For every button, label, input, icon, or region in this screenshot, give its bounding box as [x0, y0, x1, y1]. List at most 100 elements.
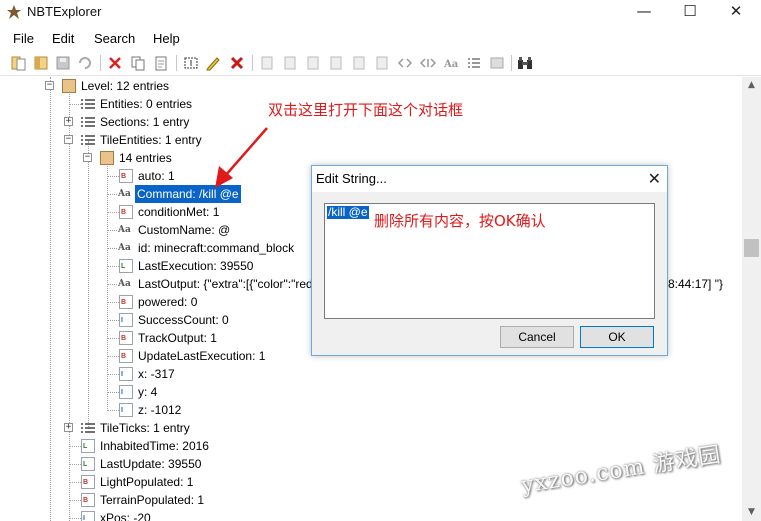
menu-bar: File Edit Search Help — [0, 28, 761, 50]
dialog-title-bar: Edit String... ✕ — [312, 166, 667, 192]
tree-branch-line — [107, 356, 119, 357]
string-tag-icon: Aa — [118, 279, 131, 289]
tree-branch-line — [107, 338, 119, 339]
rename-icon[interactable] — [182, 54, 200, 72]
int-tag-icon: I — [119, 385, 133, 399]
tree-node-label: TerrainPopulated: 1 — [100, 493, 205, 507]
add-byte-array-icon[interactable] — [396, 54, 414, 72]
ok-button[interactable]: OK — [580, 326, 654, 348]
tree-branch-line — [107, 392, 119, 393]
add-int-array-icon[interactable] — [419, 54, 437, 72]
refresh-icon[interactable] — [76, 54, 94, 72]
tree-row-level[interactable]: − Level: 12 entries — [0, 77, 742, 95]
tree-row-z[interactable]: I z: -1012 — [0, 401, 742, 419]
tree-branch-line — [107, 410, 119, 411]
tree-branch-line — [69, 518, 81, 519]
int-tag-icon: I — [119, 367, 133, 381]
add-list-icon[interactable] — [465, 54, 483, 72]
tree-node-label: LightPopulated: 1 — [100, 475, 194, 489]
tree-node-label: conditionMet: 1 — [138, 205, 220, 219]
tree-row-x[interactable]: I x: -317 — [0, 365, 742, 383]
tree-branch-line — [69, 446, 81, 447]
tree-node-label: InhabitedTime: 2016 — [100, 439, 209, 453]
string-tag-icon: Aa — [118, 189, 131, 199]
add-compound-icon[interactable] — [488, 54, 506, 72]
cancel-button[interactable]: Cancel — [500, 326, 574, 348]
save-icon[interactable] — [54, 54, 72, 72]
menu-search[interactable]: Search — [94, 31, 135, 46]
add-float-icon[interactable] — [350, 54, 368, 72]
tree-row-xpos[interactable]: I xPos: -20 — [0, 509, 742, 521]
add-short-icon[interactable] — [281, 54, 299, 72]
cut-icon[interactable] — [106, 54, 124, 72]
tree-node-label: UpdateLastExecution: 1 — [138, 349, 266, 363]
tree-node-label: 14 entries — [119, 151, 172, 165]
add-string-icon[interactable]: Aa — [442, 54, 460, 72]
delete-icon[interactable] — [228, 54, 246, 72]
byte-tag-icon: B — [119, 349, 133, 363]
window-title: NBTExplorer — [27, 4, 102, 19]
tree-node-label: id: minecraft:command_block — [138, 241, 295, 255]
compound-tag-icon — [100, 151, 114, 165]
expand-toggle[interactable]: + — [64, 117, 73, 126]
title-bar: NBTExplorer — ☐ ✕ — [0, 0, 761, 26]
add-long-icon[interactable] — [327, 54, 345, 72]
tree-branch-line — [107, 230, 117, 231]
tree-node-label: x: -317 — [138, 367, 175, 381]
edit-icon[interactable] — [204, 54, 222, 72]
list-tag-icon — [81, 423, 95, 433]
add-byte-icon[interactable] — [258, 54, 276, 72]
edit-string-dialog: Edit String... ✕ /kill @e Cancel OK — [311, 165, 668, 356]
find-icon[interactable] — [516, 54, 534, 72]
tree-node-label: LastUpdate: 39550 — [100, 457, 202, 471]
scrollbar-thumb[interactable] — [744, 239, 759, 257]
list-tag-icon — [81, 99, 95, 109]
tree-node-label: SuccessCount: 0 — [138, 313, 229, 327]
add-int-icon[interactable] — [304, 54, 322, 72]
copy-icon[interactable] — [129, 54, 147, 72]
string-tag-icon: Aa — [118, 225, 131, 235]
tree-row-tileticks[interactable]: + TileTicks: 1 entry — [0, 419, 742, 437]
add-double-icon[interactable] — [373, 54, 391, 72]
tree-branch-line — [107, 266, 119, 267]
paste-icon[interactable] — [152, 54, 170, 72]
collapse-toggle[interactable]: − — [83, 153, 92, 162]
list-tag-icon — [81, 135, 95, 145]
dialog-close-button[interactable]: ✕ — [648, 169, 661, 188]
scroll-down-arrow-icon[interactable]: ▼ — [742, 504, 761, 521]
toolbar-separator — [100, 55, 101, 71]
menu-help[interactable]: Help — [153, 31, 180, 46]
tree-row-terrainpopulated[interactable]: B TerrainPopulated: 1 — [0, 491, 742, 509]
tree-branch-line — [107, 320, 119, 321]
int-tag-icon: I — [119, 403, 133, 417]
vertical-scrollbar[interactable]: ▲ ▼ — [742, 77, 761, 521]
string-tag-icon: Aa — [118, 243, 131, 253]
toolbar-separator — [511, 55, 512, 71]
menu-file[interactable]: File — [13, 31, 34, 46]
dialog-title: Edit String... — [316, 171, 387, 186]
scroll-up-arrow-icon[interactable]: ▲ — [742, 77, 761, 94]
annotation-double-click: 双击这里打开下面这个对话框 — [268, 101, 464, 119]
long-tag-icon: L — [81, 457, 95, 471]
int-tag-icon: I — [119, 313, 133, 327]
collapse-toggle[interactable]: − — [45, 81, 54, 90]
open-file-icon[interactable] — [32, 54, 50, 72]
toolbar-separator — [176, 55, 177, 71]
app-logo-icon — [7, 5, 21, 19]
toolbar: Aa — [0, 50, 761, 76]
tree-row-tileentities[interactable]: − TileEntities: 1 entry — [0, 131, 742, 149]
expand-toggle[interactable]: + — [64, 423, 73, 432]
tree-node-label: Sections: 1 entry — [100, 115, 190, 129]
close-window-button[interactable]: ✕ — [713, 0, 759, 24]
tree-branch-line — [107, 212, 119, 213]
maximize-button[interactable]: ☐ — [667, 0, 713, 24]
menu-edit[interactable]: Edit — [52, 31, 74, 46]
long-tag-icon: L — [119, 259, 133, 273]
annotation-arrow-icon — [215, 127, 268, 188]
minimize-button[interactable]: — — [621, 0, 667, 24]
open-folder-icon[interactable] — [10, 54, 28, 72]
tree-row-y[interactable]: I y: 4 — [0, 383, 742, 401]
svg-text:Aa: Aa — [443, 59, 459, 70]
tree-node-label: TileEntities: 1 entry — [100, 133, 202, 147]
collapse-toggle[interactable]: − — [64, 135, 73, 144]
